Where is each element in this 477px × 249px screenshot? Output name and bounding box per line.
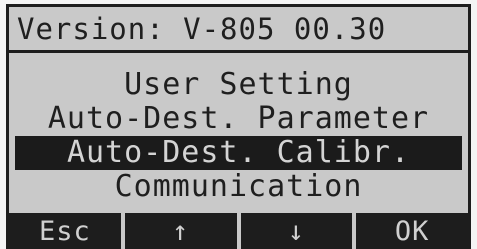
lcd-screen: Version: V-805 00.30 User Setting Auto-D… [6,4,471,249]
menu-item-label: Auto-Dest. Parameter [47,101,430,136]
settings-menu: User Setting Auto-Dest. Parameter Auto-D… [9,68,468,218]
down-arrow-button[interactable]: ↓ [240,213,353,249]
up-arrow-button[interactable]: ↑ [124,213,237,249]
ok-button[interactable]: OK [356,213,468,249]
menu-item-label: Auto-Dest. Calibr. [66,135,411,170]
esc-button[interactable]: Esc [9,213,121,249]
device-frame: Version: V-805 00.30 User Setting Auto-D… [0,0,477,249]
softkey-bar: Esc ↑ ↓ OK [9,213,468,249]
menu-item-auto-dest-calibr[interactable]: Auto-Dest. Calibr. [15,136,462,170]
version-header: Version: V-805 00.30 [9,7,468,53]
menu-item-user-setting[interactable]: User Setting [9,68,468,102]
menu-item-label: Communication [114,169,363,204]
version-text: Version: V-805 00.30 [17,11,387,46]
menu-item-label: User Setting [124,67,353,102]
menu-item-auto-dest-parameter[interactable]: Auto-Dest. Parameter [9,102,468,136]
menu-item-communication[interactable]: Communication [9,170,468,204]
